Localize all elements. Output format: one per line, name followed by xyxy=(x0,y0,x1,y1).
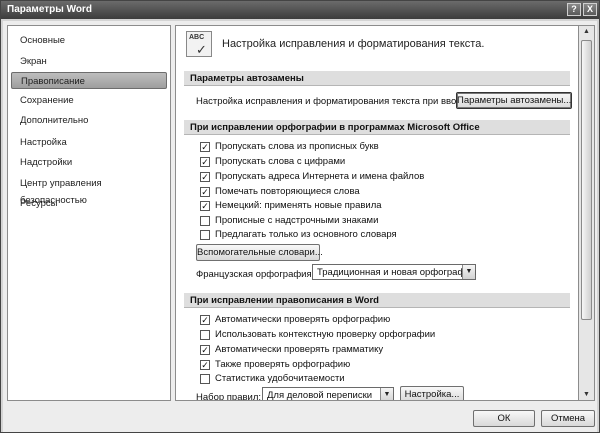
section-office-spelling: При исправлении орфографии в программах … xyxy=(184,120,570,135)
sidebar-item-advanced[interactable]: Дополнительно xyxy=(11,112,167,129)
sidebar-item-general[interactable]: Основные xyxy=(11,32,167,49)
checkbox-label: Немецкий: применять новые правила xyxy=(215,200,382,211)
sidebar-item-save[interactable]: Сохранение xyxy=(11,92,167,109)
ruleset-select[interactable]: Для деловой переписки ▼ xyxy=(262,387,394,401)
select-value: Для деловой переписки xyxy=(267,390,373,401)
checkbox-label: Пропускать адреса Интернета и имена файл… xyxy=(215,171,425,182)
sidebar-item-customize[interactable]: Настройка xyxy=(11,134,167,151)
scroll-up-icon[interactable]: ▲ xyxy=(581,27,592,37)
checkbox-label: Автоматически проверять орфографию xyxy=(215,314,391,325)
checkbox[interactable]: ✓ xyxy=(200,157,210,167)
checkbox-label: Также проверять орфографию xyxy=(215,359,351,370)
sidebar-item-resources[interactable]: Ресурсы xyxy=(11,195,167,212)
select-value: Традиционная и новая орфография xyxy=(317,267,476,278)
checkbox-label: Пропускать слова с цифрами xyxy=(215,156,346,167)
checkbox-label: Автоматически проверять грамматику xyxy=(215,344,384,355)
checkbox-label: Пропускать слова из прописных букв xyxy=(215,141,379,152)
french-modes-label: Французская орфография: xyxy=(196,269,315,280)
checkbox[interactable]: ✓ xyxy=(200,345,210,355)
ok-button[interactable]: ОК xyxy=(473,410,535,427)
checkbox-label: Статистика удобочитаемости xyxy=(215,373,345,384)
checkbox[interactable]: ✓ xyxy=(200,201,210,211)
sidebar: Основные Экран Правописание Сохранение Д… xyxy=(7,25,171,401)
cancel-button[interactable]: Отмена xyxy=(541,410,595,427)
checkbox[interactable] xyxy=(200,330,210,340)
checkbox-label: Использовать контекстную проверку орфогр… xyxy=(215,329,436,340)
help-button[interactable]: ? xyxy=(567,3,581,16)
close-button[interactable]: X xyxy=(583,3,597,16)
checkbox-label: Предлагать только из основного словаря xyxy=(215,229,397,240)
scroll-down-icon[interactable]: ▼ xyxy=(581,390,592,400)
section-word-spelling: При исправлении правописания в Word xyxy=(184,293,570,308)
spelling-abc-icon: ABC ✓ xyxy=(186,31,212,57)
dialog-footer: ОК Отмена xyxy=(3,404,597,432)
icon-abc-text: ABC xyxy=(189,34,205,41)
title-bar[interactable]: Параметры Word ? X xyxy=(1,1,599,19)
check-icon: ✓ xyxy=(196,42,207,57)
autocorrect-options-button[interactable]: Параметры автозамены... xyxy=(456,92,572,109)
checkbox[interactable] xyxy=(200,230,210,240)
dialog-body: Основные Экран Правописание Сохранение Д… xyxy=(3,21,597,404)
checkbox[interactable]: ✓ xyxy=(200,142,210,152)
window-title: Параметры Word xyxy=(7,4,92,15)
sidebar-item-proofing[interactable]: Правописание xyxy=(11,72,167,89)
french-modes-select[interactable]: Традиционная и новая орфография ▼ xyxy=(312,264,476,280)
chevron-down-icon[interactable]: ▼ xyxy=(380,388,393,400)
chevron-down-icon[interactable]: ▼ xyxy=(462,265,475,279)
checkbox[interactable]: ✓ xyxy=(200,172,210,182)
autocorrect-description: Настройка исправления и форматирования т… xyxy=(196,96,470,107)
checkbox-label: Прописные с надстрочными знаками xyxy=(215,215,379,226)
scrollbar[interactable]: ▲ ▼ xyxy=(579,25,595,401)
checkbox[interactable]: ✓ xyxy=(200,360,210,370)
checkbox[interactable] xyxy=(200,374,210,384)
sidebar-item-display[interactable]: Экран xyxy=(11,53,167,70)
checkbox[interactable]: ✓ xyxy=(200,187,210,197)
checkbox[interactable]: ✓ xyxy=(200,315,210,325)
checkbox-label: Помечать повторяющиеся слова xyxy=(215,186,360,197)
checkbox[interactable] xyxy=(200,216,210,226)
ruleset-label: Набор правил: xyxy=(196,392,262,401)
scrollbar-thumb[interactable] xyxy=(581,40,592,320)
custom-dictionaries-button[interactable]: Вспомогательные словари... xyxy=(196,244,323,261)
sidebar-item-trust-center[interactable]: Центр управления безопасностью xyxy=(11,175,167,206)
proofing-panel: ABC ✓ Настройка исправления и форматиров… xyxy=(175,25,579,401)
options-dialog: Параметры Word ? X Основные Экран Правоп… xyxy=(0,0,600,433)
sidebar-item-addins[interactable]: Надстройки xyxy=(11,154,167,171)
ruleset-settings-button[interactable]: Настройка... xyxy=(400,386,464,400)
page-title: Настройка исправления и форматирования т… xyxy=(222,38,485,50)
section-autocorrect: Параметры автозамены xyxy=(184,71,570,86)
